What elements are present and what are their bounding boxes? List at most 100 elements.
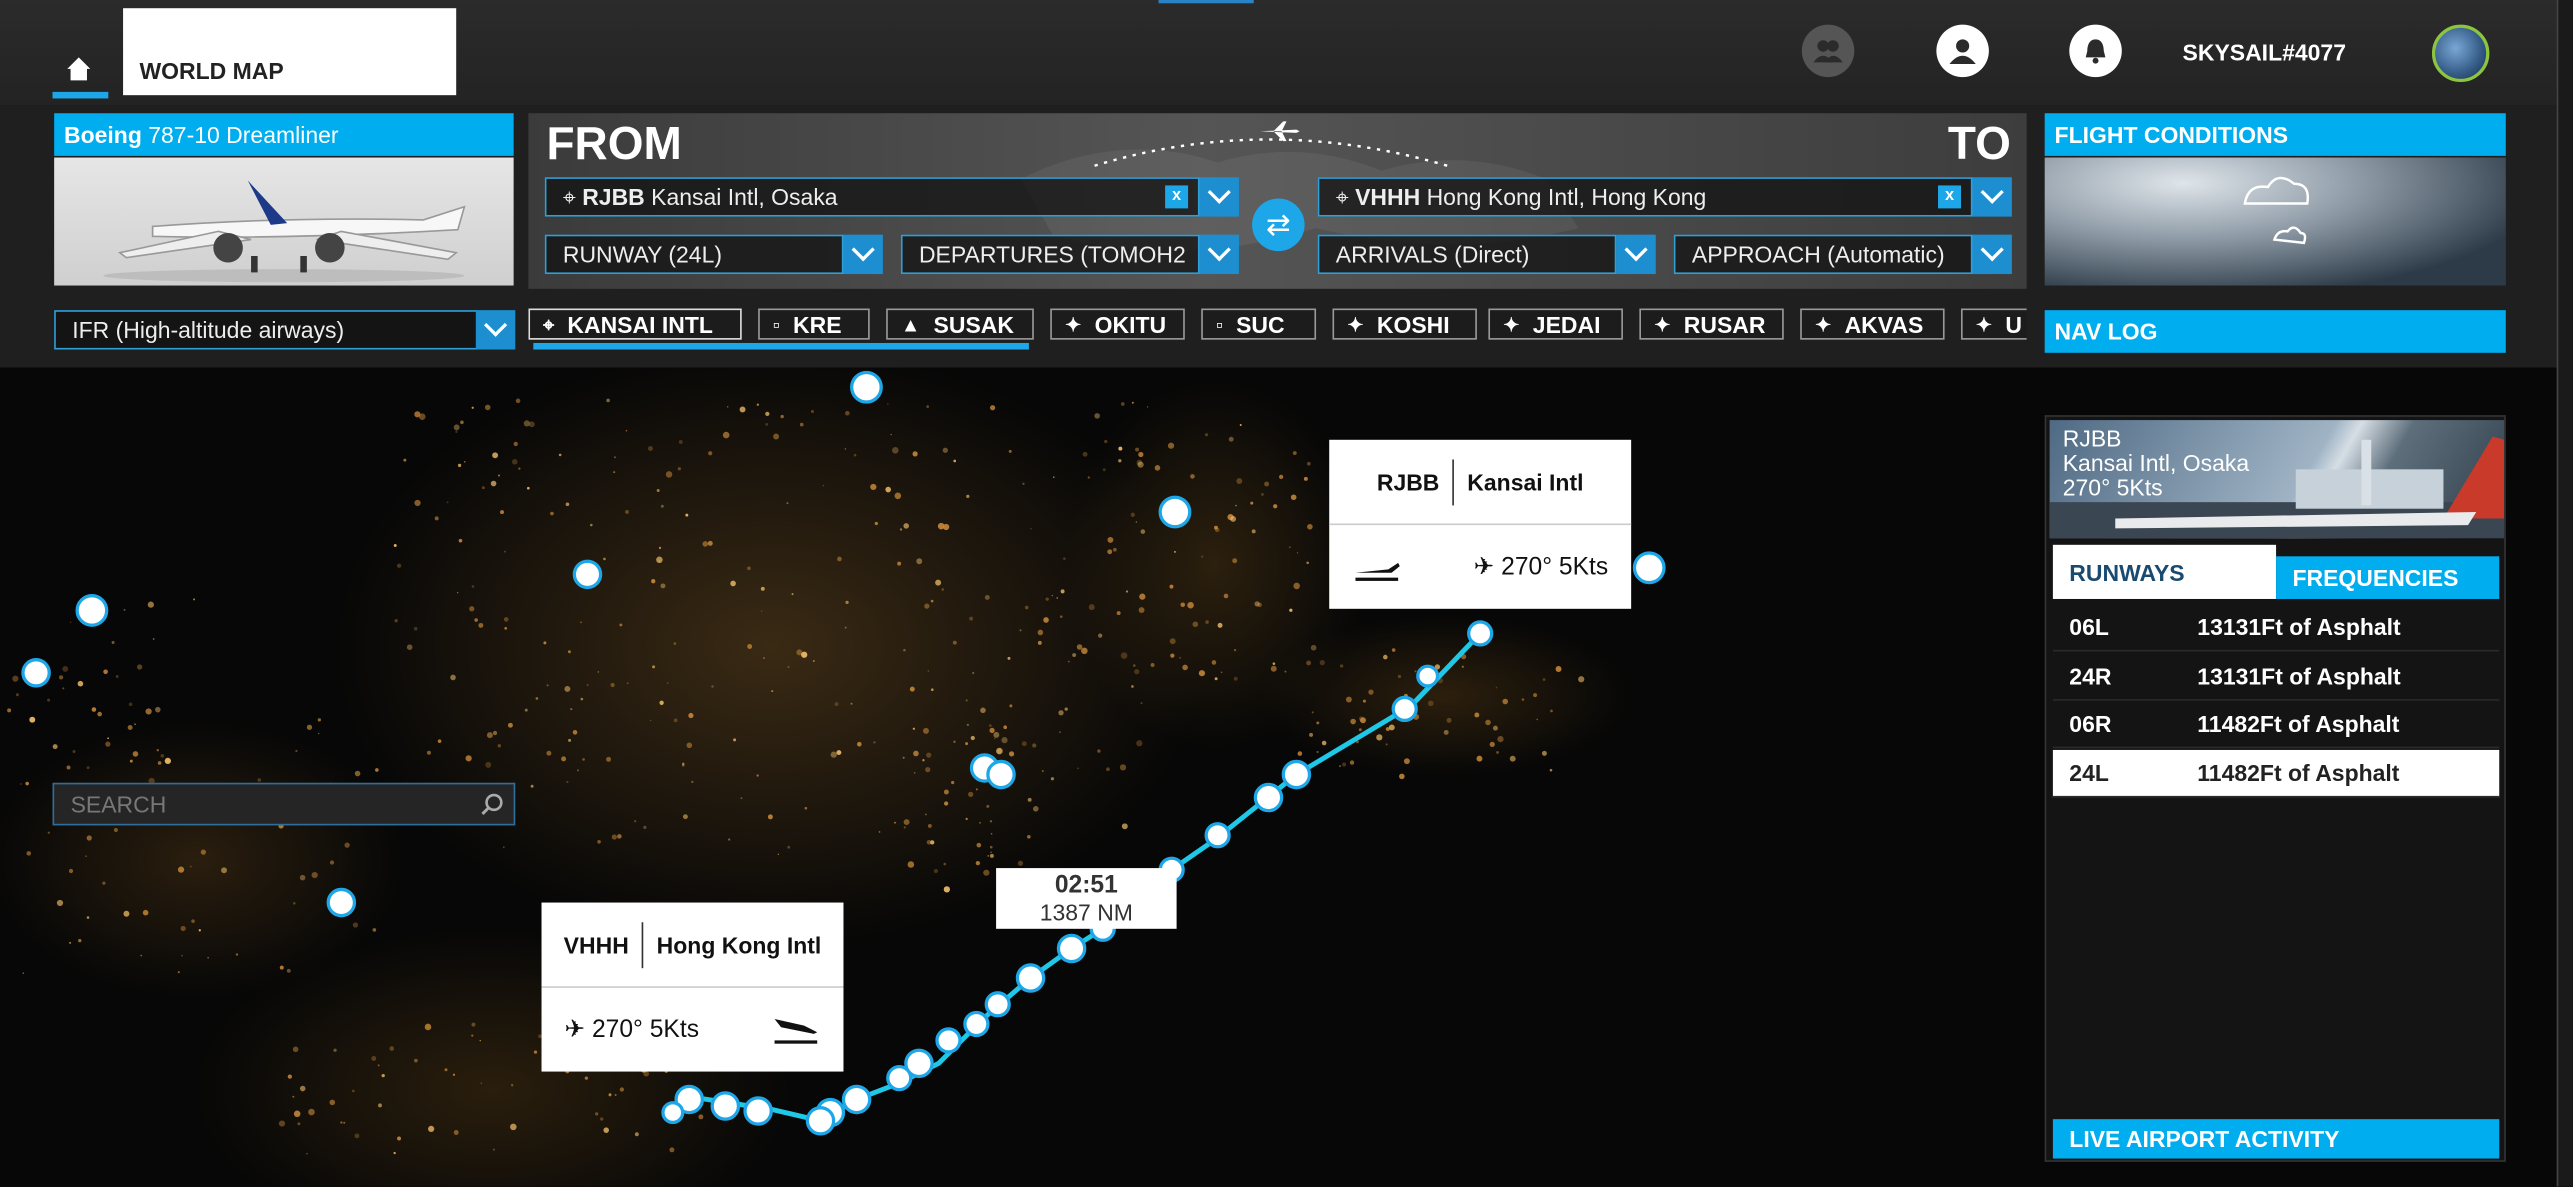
city-light [972, 672, 975, 674]
city-light [1368, 689, 1374, 695]
clear-destination-icon[interactable]: x [1938, 185, 1961, 209]
search-input[interactable]: SEARCH [52, 782, 516, 826]
city-light [1321, 740, 1327, 746]
city-light [502, 846, 505, 849]
city-light [456, 592, 459, 594]
city-light [396, 563, 402, 568]
right-edge-scrollbar[interactable] [2556, 0, 2573, 1187]
swap-airports-button[interactable]: ⇄ [1252, 198, 1305, 252]
city-light [786, 502, 789, 505]
airport-panel-text: RJBB Kansai Intl, Osaka 270° 5Kts [2062, 426, 2249, 501]
destination-airport-field[interactable]: ⌖ VHHH Hong Kong Intl, Hong Kong [1317, 177, 1973, 217]
runway-desc: 11482Ft of Asphalt [2197, 758, 2400, 786]
search-icon[interactable] [481, 793, 504, 816]
flight-conditions-image[interactable] [2044, 157, 2506, 286]
waypoint-susak[interactable]: ▲ SUSAK [886, 308, 1034, 340]
city-light [1082, 451, 1088, 457]
city-light [1019, 629, 1022, 632]
world-map-tab[interactable]: WORLD MAP [123, 8, 457, 96]
waypoint-marker [935, 1027, 962, 1054]
city-light [834, 702, 839, 707]
city-light [595, 1112, 599, 1116]
clear-origin-icon[interactable]: x [1165, 185, 1189, 209]
city-light [446, 501, 449, 504]
waypoint-kre[interactable]: ▫ KRE [758, 308, 870, 340]
dest-card-name: Hong Kong Intl [656, 931, 822, 958]
city-light [983, 869, 990, 876]
destination-airport-card[interactable]: VHHH Hong Kong Intl ✈ 270° 5Kts [541, 902, 844, 1072]
approach-dropdown[interactable] [1972, 234, 2012, 275]
origin-dropdown[interactable] [1199, 177, 1239, 217]
city-light [1077, 767, 1079, 770]
runway-row[interactable]: 24R 13131Ft of Asphalt [2052, 652, 2500, 700]
runway-row[interactable]: 06L 13131Ft of Asphalt [2052, 604, 2500, 652]
city-light [527, 486, 530, 490]
tab-runways[interactable]: RUNWAYS [2052, 544, 2277, 599]
waypoint-suc[interactable]: ▫ SUC [1201, 308, 1317, 340]
city-light [1131, 401, 1134, 404]
username[interactable]: SKYSAIL#4077 [2183, 39, 2346, 65]
city-light [1474, 712, 1480, 718]
departure-select[interactable]: DEPARTURES (TOMOH2 [900, 234, 1200, 275]
aircraft-image[interactable] [54, 157, 514, 286]
city-light [193, 598, 196, 601]
waypoint-akvas[interactable]: ✦ AKVAS [1800, 308, 1945, 340]
waypoint-rusar[interactable]: ✦ RUSAR [1639, 308, 1784, 340]
city-light [1289, 608, 1293, 612]
city-light [927, 823, 932, 828]
origin-airport-field[interactable]: ⌖ RJBB Kansai Intl, Osaka [544, 177, 1200, 217]
approach-select[interactable]: APPROACH (Automatic) [1673, 234, 1973, 275]
live-airport-activity-button[interactable]: LIVE AIRPORT ACTIVITY [2052, 1119, 2500, 1159]
arrival-dropdown[interactable] [1616, 234, 1656, 275]
city-light [1211, 660, 1217, 665]
notifications-button[interactable] [2069, 24, 2122, 78]
city-light [1132, 664, 1136, 667]
waypoint-jedai[interactable]: ✦ JEDAI [1488, 308, 1623, 340]
origin-airport-card[interactable]: RJBB Kansai Intl ✈ 270° 5Kts [1329, 439, 1632, 609]
city-light [617, 834, 622, 839]
city-light [677, 467, 681, 471]
waypoint-kansai-intl[interactable]: ⌖ KANSAI INTL [528, 308, 742, 340]
city-light [711, 685, 714, 688]
arrival-select[interactable]: ARRIVALS (Direct) [1317, 234, 1617, 275]
city-light [965, 817, 968, 821]
city-light [155, 706, 161, 713]
route-type-dropdown[interactable] [475, 310, 516, 350]
runway-desc: 13131Ft of Asphalt [2197, 613, 2401, 640]
waypoint-okitu[interactable]: ✦ OKITU [1050, 308, 1185, 340]
city-light [810, 409, 814, 413]
runway-row[interactable]: 06R 11482Ft of Asphalt [2052, 701, 2500, 749]
city-light [1076, 644, 1083, 650]
city-light [1119, 764, 1127, 771]
avatar[interactable] [2431, 24, 2490, 83]
city-light [953, 459, 957, 463]
aircraft-title[interactable]: Boeing 787-10 Dreamliner [54, 113, 514, 156]
flight-conditions-title[interactable]: FLIGHT CONDITIONS [2044, 113, 2506, 156]
city-light [127, 725, 133, 730]
city-light [91, 707, 97, 712]
city-light [295, 749, 298, 753]
city-light [1017, 860, 1024, 866]
dest-card-wind: 270° 5Kts [591, 1015, 700, 1044]
city-light [128, 702, 133, 707]
tab-frequencies[interactable]: FREQUENCIES [2276, 556, 2500, 599]
city-light [643, 1070, 649, 1077]
city-light [678, 439, 683, 444]
route-type-select[interactable]: IFR (High-altitude airways) [54, 310, 478, 350]
panel-wind: 270° 5Kts [2062, 474, 2163, 501]
runway-row[interactable]: 24L 11482Ft of Asphalt [2052, 749, 2500, 797]
waypoint-u[interactable]: ✦ U [1960, 308, 2027, 340]
waypoint-koshi[interactable]: ✦ KOSHI [1332, 308, 1477, 340]
runway-dropdown[interactable] [843, 234, 883, 275]
city-light [1549, 768, 1553, 772]
home-button[interactable] [52, 56, 109, 99]
profile-button[interactable] [1936, 24, 1989, 78]
nav-log-button[interactable]: NAV LOG [2044, 310, 2506, 353]
departure-dropdown[interactable] [1199, 234, 1239, 275]
friends-button[interactable] [1801, 24, 1855, 78]
runway-select[interactable]: RUNWAY (24L) [544, 234, 844, 275]
city-light [1230, 516, 1237, 522]
waypoint-marker [886, 1065, 913, 1092]
destination-dropdown[interactable] [1972, 177, 2012, 217]
city-light [1414, 670, 1417, 673]
